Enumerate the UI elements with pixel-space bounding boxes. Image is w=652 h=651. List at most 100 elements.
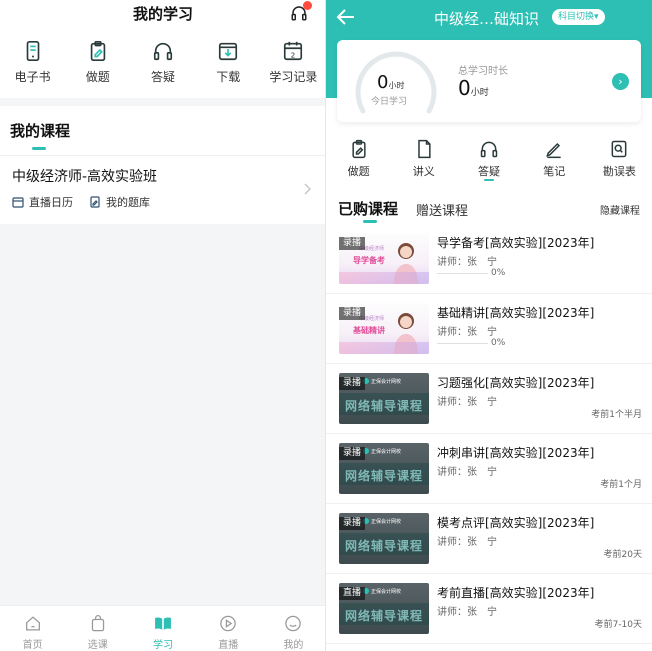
course-thumbnail: 正保会计网校 网络辅导课程 录播 <box>339 443 429 494</box>
my-learning-screen: 我的学习 电子书 做题 答疑 下载 2 学习记录 我的课程 中级经济师-高效实验… <box>0 0 326 651</box>
tab-home[interactable]: 首页 <box>0 606 65 651</box>
course-title: 习题强化[高效实验][2023年] <box>437 376 595 390</box>
tab-courses[interactable]: 选课 <box>65 606 130 651</box>
tool-bar: 做题 讲义 答疑 笔记 勘误表 <box>326 134 652 186</box>
thumb-small-text: 正保会计网校 <box>371 519 402 525</box>
link-label: 直播日历 <box>29 196 73 209</box>
thumb-text: 网络辅导课程 <box>345 609 424 623</box>
course-title: 冲刺串讲[高效实验][2023年] <box>437 446 595 460</box>
thumb-small-text: 正保会计网校 <box>371 589 402 595</box>
tab-live[interactable]: 直播 <box>196 606 261 651</box>
tool-qa[interactable]: 答疑 <box>456 134 521 186</box>
thumb-small-text: 正保会计网校 <box>371 449 402 455</box>
chevron-right-icon[interactable]: › <box>612 73 629 90</box>
course-thumbnail: 正保会计网校 网络辅导课程 录播 <box>339 513 429 564</box>
course-thumbnail: 中级经济师 导学备考 录播 <box>339 233 429 284</box>
course-thumbnail: 正保会计网校 网络辅导课程 录播 <box>339 373 429 424</box>
tab-label: 选课 <box>87 640 108 651</box>
course-title: 基础精讲[高效实验][2023年] <box>437 306 595 320</box>
course-name[interactable]: 中级经济师-高效实验班 <box>12 166 157 186</box>
page-title: 中级经…础知识 <box>434 10 540 28</box>
course-teacher: 讲师：张 宁 <box>437 607 497 618</box>
tab-gifted[interactable]: 赠送课程 <box>416 200 468 219</box>
section-title: 我的课程 <box>10 122 71 140</box>
tab-purchased[interactable]: 已购课程 <box>338 198 398 219</box>
tab-learning[interactable]: 学习 <box>130 606 195 651</box>
headphones-icon <box>480 141 498 158</box>
list-item[interactable]: 正保会计网校 网络辅导课程 直播 考前直播[高效实验][2023年] 讲师：张 … <box>326 574 652 644</box>
thumb-text: 导学备考 <box>353 256 385 265</box>
live-calendar-link[interactable]: 直播日历 <box>12 194 73 210</box>
tool-notes[interactable]: 笔记 <box>522 134 587 186</box>
list-item[interactable]: 正保会计网校 网络辅导课程 录播 冲刺串讲[高效实验][2023年] 讲师：张 … <box>326 434 652 504</box>
tab-label: 学习 <box>153 640 173 651</box>
total-unit: 小时 <box>470 88 489 98</box>
course-teacher: 讲师：张 宁 <box>437 327 497 338</box>
calendar-icon <box>12 197 24 208</box>
tool-handout[interactable]: 讲义 <box>391 134 456 186</box>
hidden-courses-link[interactable]: 隐藏课程 <box>600 202 640 217</box>
subject-switch-label: 科目切换 <box>558 12 595 22</box>
clipboard-edit-icon <box>90 41 106 61</box>
active-tool-indicator <box>484 179 494 181</box>
subject-switch-button[interactable]: 科目切换▾ <box>552 9 605 25</box>
thumb-text: 基础精讲 <box>353 326 385 335</box>
list-item[interactable]: 中级经济师 基础精讲 录播 基础精讲[高效实验][2023年] 讲师：张 宁 0… <box>326 294 652 364</box>
menu-item-history[interactable]: 2 学习记录 <box>261 28 325 98</box>
thumb-text: 网络辅导课程 <box>345 399 424 413</box>
progress-value: 0% <box>491 338 506 348</box>
app-root: 我的学习 电子书 做题 答疑 下载 2 学习记录 我的课程 中级经济师-高效实验… <box>0 0 652 651</box>
thumb-decoration <box>339 272 429 284</box>
today-study-value: 0小时 <box>377 72 404 93</box>
today-unit: 小时 <box>388 81 405 90</box>
recording-tag: 录播 <box>339 307 366 320</box>
question-bank-link[interactable]: 我的题库 <box>89 194 150 210</box>
progress-bar <box>437 343 488 344</box>
menu-item-download[interactable]: 下载 <box>196 28 261 98</box>
thumb-small-text: 正保会计网校 <box>371 379 402 385</box>
tool-label: 做题 <box>347 165 370 178</box>
tool-errata[interactable]: 勘误表 <box>587 134 652 186</box>
chevron-right-icon[interactable] <box>303 182 313 196</box>
total-number: 0 <box>458 76 471 100</box>
question-bank-icon <box>90 196 100 208</box>
back-arrow-icon[interactable] <box>336 8 356 26</box>
tab-label: 首页 <box>22 640 43 651</box>
list-item[interactable]: 正保会计网校 网络辅导课程 录播 模考点评[高效实验][2023年] 讲师：张 … <box>326 504 652 574</box>
tool-practice[interactable]: 做题 <box>326 134 391 186</box>
today-study-label: 今日学习 <box>371 97 408 107</box>
pen-icon <box>546 142 561 159</box>
menu-item-qa[interactable]: 答疑 <box>130 28 195 98</box>
menu-item-practice[interactable]: 做题 <box>65 28 130 98</box>
top-bar: 我的学习 <box>0 0 325 28</box>
progress-value: 0% <box>491 268 506 278</box>
menu-item-label: 答疑 <box>151 70 176 84</box>
list-item[interactable]: 中级经济师 导学备考 录播 导学备考[高效实验][2023年] 讲师：张 宁 0… <box>326 224 652 294</box>
thumb-decoration <box>339 342 429 354</box>
page-title: 我的学习 <box>132 5 193 23</box>
course-teacher: 讲师：张 宁 <box>437 537 497 548</box>
menu-item-ebook[interactable]: 电子书 <box>0 28 65 98</box>
tab-mine[interactable]: 我的 <box>261 606 325 651</box>
total-study-label: 总学习时长 <box>458 66 508 77</box>
course-teacher: 讲师：张 宁 <box>437 467 497 478</box>
headphones-icon <box>153 42 173 61</box>
recording-tag: 录播 <box>339 517 366 530</box>
menu-item-label: 做题 <box>85 70 110 84</box>
course-thumbnail: 中级经济师 基础精讲 录播 <box>339 303 429 354</box>
course-title: 导学备考[高效实验][2023年] <box>437 236 595 250</box>
home-icon <box>25 616 40 631</box>
active-tab-underline <box>363 220 377 223</box>
list-item[interactable]: 正保会计网校 网络辅导课程 录播 习题强化[高效实验][2023年] 讲师：张 … <box>326 364 652 434</box>
my-courses-card: 我的课程 中级经济师-高效实验班 直播日历 我的题库 <box>0 106 325 224</box>
exam-timing: 考前1个半月 <box>591 410 642 420</box>
course-title: 模考点评[高效实验][2023年] <box>437 516 595 530</box>
document-icon <box>418 139 431 159</box>
bottom-tab-bar: 首页 选课 学习 直播 我的 <box>0 605 325 651</box>
course-thumbnail: 正保会计网校 网络辅导课程 直播 <box>339 583 429 634</box>
tool-label: 答疑 <box>478 165 500 178</box>
smile-icon <box>285 615 302 632</box>
live-tag: 直播 <box>339 587 366 600</box>
recording-tag: 录播 <box>339 237 366 250</box>
course-teacher: 讲师：张 宁 <box>437 397 497 408</box>
